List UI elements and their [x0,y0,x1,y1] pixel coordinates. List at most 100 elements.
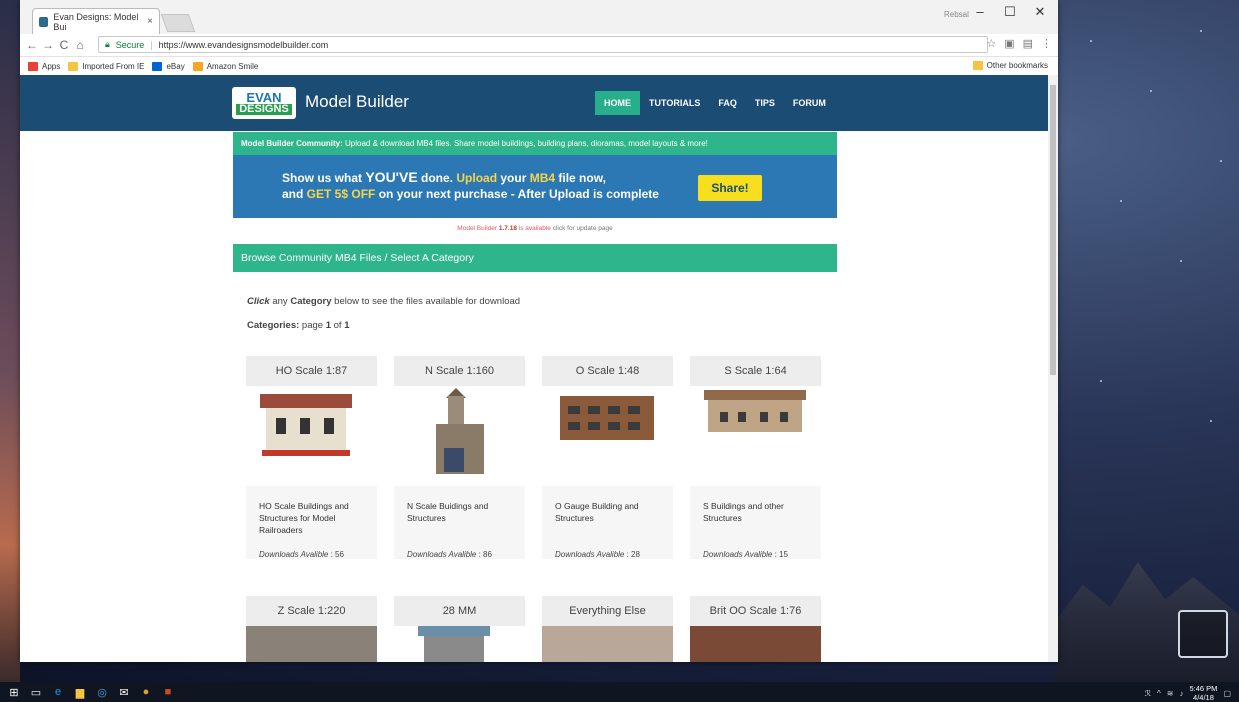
wallpaper-mountains [1055,562,1239,682]
wifi-icon[interactable]: ≋ [1167,689,1174,698]
secure-lock-icon: 🔒︎ [105,39,110,49]
community-banner: Model Builder Community: Upload & downlo… [233,132,837,155]
downloads-count: Downloads Avalible : 15 [703,550,788,559]
minimize-button[interactable]: – [966,4,994,19]
ebay-icon [152,61,163,71]
bookmark-label: Apps [42,61,61,71]
tablet-mode-icon[interactable] [1178,610,1228,658]
browse-header: Browse Community MB4 Files / Select A Ca… [233,244,837,272]
powerpoint-icon[interactable]: ■ [160,685,176,699]
category-title: N Scale 1:160 [394,356,525,386]
tab-close-icon[interactable]: × [147,16,153,27]
category-card-o[interactable]: O Scale 1:48 O Gauge Building and Struct… [542,356,673,559]
clock[interactable]: 5:46 PM 4/4/18 [1190,684,1218,702]
category-card-28mm[interactable]: 28 MM [394,596,525,662]
folder-icon [68,61,79,71]
main-nav: HOME TUTORIALS FAQ TIPS FORUM [595,91,835,115]
category-card-brit-oo[interactable]: Brit OO Scale 1:76 [690,596,821,662]
start-windows-icon[interactable]: ⊞ [6,685,22,699]
clock-date: 4/4/18 [1193,693,1214,702]
taskbar: ⊞ ▭ e ▆ ◎ ✉ ● ■ ℛ ^ ≋ ♪ 5:46 PM 4/4/18 ▢ [0,682,1239,702]
category-card-everything-else[interactable]: Everything Else [542,596,673,662]
close-window-button[interactable]: ✕ [1026,4,1054,20]
update-notice[interactable]: Model Builder 1.7.18 is available click … [233,219,837,239]
category-card-ho[interactable]: HO Scale 1:87 HO Scale Buildings and Str… [246,356,377,559]
bookmark-label: Imported From IE [82,61,145,71]
other-bookmarks[interactable]: Other bookmarks [972,61,1048,70]
category-card-n[interactable]: N Scale 1:160 N Scale Buidings and Struc… [394,356,525,559]
star [1120,200,1122,202]
safari-icon[interactable]: ◎ [94,685,110,699]
home-button[interactable]: ⌂ [72,38,88,52]
promo-line1: Show us what YOU'VE done. Upload your MB… [282,169,606,185]
folder-icon [972,61,983,70]
scrollbar-thumb[interactable] [1050,85,1056,375]
people-icon[interactable]: ℛ [1145,689,1151,698]
category-title: O Scale 1:48 [542,356,673,386]
chrome-icon[interactable]: ● [138,685,154,699]
star [1100,380,1102,382]
category-description: S Buildings and other Structures [703,501,784,523]
menu-icon[interactable]: ⋮ [1041,37,1052,50]
star [1220,160,1222,162]
reload-button[interactable]: C [56,38,72,52]
share-button[interactable]: Share! [698,175,762,201]
category-image [690,386,821,486]
apps-icon [28,61,38,71]
bookmark-apps[interactable]: Apps [28,61,61,71]
category-title: Z Scale 1:220 [246,596,377,626]
new-tab-button[interactable] [160,14,196,32]
site-header: EVAN DESIGNS Model Builder HOME TUTORIAL… [20,75,1048,131]
forward-button[interactable]: → [40,38,56,52]
bookmark-imported-from-ie[interactable]: Imported From IE [68,61,145,71]
extension-icon[interactable]: ▤ [1023,37,1033,50]
extension-icon[interactable]: ▣ [1004,37,1014,50]
back-button[interactable]: ← [24,38,40,52]
nav-home[interactable]: HOME [595,91,640,115]
community-title: Model Builder Community: [241,139,343,148]
other-bookmarks-label: Other bookmarks [986,61,1048,70]
nav-forum[interactable]: FORUM [784,91,835,115]
category-card-s[interactable]: S Scale 1:64 S Buildings and other Struc… [690,356,821,559]
url-divider: | [150,39,153,50]
system-tray: ℛ ^ ≋ ♪ 5:46 PM 4/4/18 ▢ [1145,684,1231,702]
category-card-z[interactable]: Z Scale 1:220 [246,596,377,662]
browser-toolbar: ← → C ⌂ 🔒︎ Secure | https://www.evandesi… [20,34,1058,57]
chevron-up-icon[interactable]: ^ [1157,689,1161,698]
nav-tutorials[interactable]: TUTORIALS [640,91,709,115]
wallpaper-left-edge [0,0,20,682]
star [1180,260,1182,262]
category-description: HO Scale Buildings and Structures for Mo… [259,501,349,535]
tab-title: Evan Designs: Model Bui [53,11,139,32]
bookmark-amazon-smile[interactable]: Amazon Smile [192,61,259,71]
category-title: Everything Else [542,596,673,626]
browser-tab[interactable]: Evan Designs: Model Bui × [32,8,160,34]
mail-icon[interactable]: ✉ [116,685,132,699]
nav-tips[interactable]: TIPS [746,91,784,115]
downloads-count: Downloads Avalible : 56 [259,550,344,559]
bookmark-star-icon[interactable]: ☆ [986,37,996,50]
star [1200,30,1202,32]
address-bar[interactable]: 🔒︎ Secure | https://www.evandesignsmodel… [98,36,988,53]
notifications-icon[interactable]: ▢ [1223,689,1231,698]
downloads-count: Downloads Avalible : 28 [555,550,640,559]
edge-browser-icon[interactable]: e [50,685,66,699]
category-image [246,386,377,486]
star [1150,90,1152,92]
site-logo[interactable]: EVAN DESIGNS [232,87,296,119]
page-scrollbar[interactable] [1048,75,1058,662]
browser-window: Evan Designs: Model Bui × Rebsal – ☐ ✕ ←… [20,0,1058,662]
nav-faq[interactable]: FAQ [709,91,746,115]
task-view-icon[interactable]: ▭ [28,685,44,699]
category-image [690,626,821,662]
site-favicon-icon [39,16,49,27]
bookmark-ebay[interactable]: eBay [152,61,185,71]
title-bar: Evan Designs: Model Bui × Rebsal – ☐ ✕ [20,0,1058,34]
category-image [542,626,673,662]
file-explorer-icon[interactable]: ▆ [72,685,88,699]
category-image [246,626,377,662]
volume-icon[interactable]: ♪ [1180,689,1184,698]
category-title: Brit OO Scale 1:76 [690,596,821,626]
maximize-button[interactable]: ☐ [996,4,1024,20]
bookmark-label: Amazon Smile [206,61,259,71]
